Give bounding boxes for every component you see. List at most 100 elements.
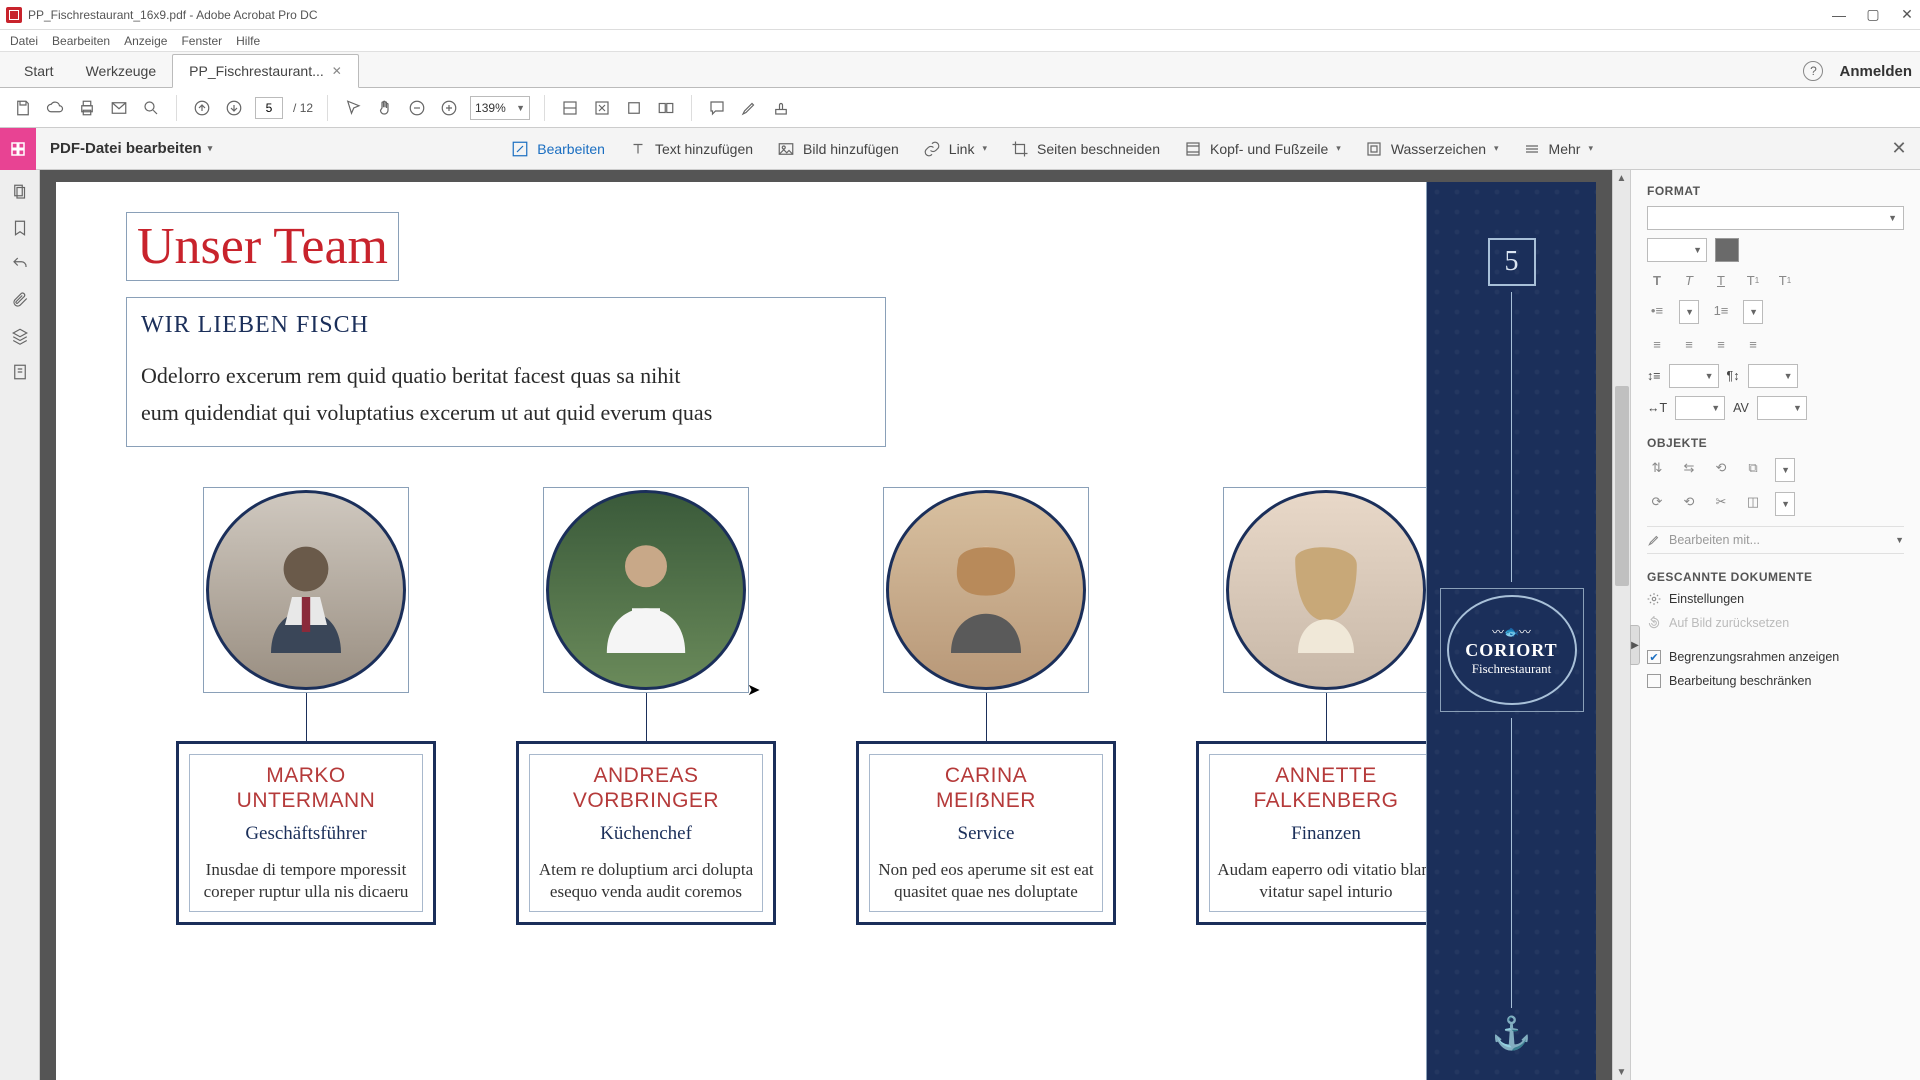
pointer-icon[interactable]	[342, 97, 364, 119]
numbered-list-dropdown[interactable]: ▼	[1743, 300, 1763, 324]
highlight-icon[interactable]	[738, 97, 760, 119]
flip-horizontal-icon[interactable]: ⇆	[1679, 458, 1699, 478]
maximize-button[interactable]: ▢	[1866, 8, 1880, 22]
cloud-icon[interactable]	[44, 97, 66, 119]
watermark-button[interactable]: Wasserzeichen▾	[1365, 140, 1499, 158]
edit-mode-dropdown[interactable]: PDF-Datei bearbeiten▾	[36, 140, 226, 157]
page-sidebar[interactable]: 5 〰🐟〰 CORIORT Fischrestaurant ⚓	[1426, 182, 1596, 1080]
scroll-down-icon[interactable]: ▼	[1617, 1064, 1627, 1080]
help-button[interactable]: ?	[1803, 61, 1823, 81]
next-page-icon[interactable]	[223, 97, 245, 119]
link-button[interactable]: Link▾	[923, 140, 987, 158]
rotate-cw-icon[interactable]: ⟳	[1647, 492, 1667, 512]
print-icon[interactable]	[76, 97, 98, 119]
settings-row[interactable]: Einstellungen	[1647, 592, 1904, 606]
superscript-icon[interactable]: T1	[1743, 270, 1763, 290]
header-footer-button[interactable]: Kopf- und Fußzeile▾	[1184, 140, 1341, 158]
mail-icon[interactable]	[108, 97, 130, 119]
crop-image-icon[interactable]: ✂	[1711, 492, 1731, 512]
menu-hilfe[interactable]: Hilfe	[236, 34, 260, 48]
signatures-icon[interactable]	[10, 362, 30, 382]
fit-page-icon[interactable]	[591, 97, 613, 119]
align-justify-icon[interactable]: ≡	[1743, 334, 1763, 354]
edit-with-row[interactable]: Bearbeiten mit... ▼	[1647, 526, 1904, 554]
bullet-list-icon[interactable]: •≡	[1647, 300, 1667, 320]
restrict-edit-checkbox[interactable]: Bearbeitung beschränken	[1647, 674, 1904, 688]
replace-image-icon[interactable]: ◫	[1743, 492, 1763, 512]
replace-image-dropdown[interactable]: ▼	[1775, 492, 1795, 516]
zoom-in-icon[interactable]	[438, 97, 460, 119]
thumbnails-icon[interactable]	[10, 182, 30, 202]
bold-icon[interactable]: T	[1647, 270, 1667, 290]
team-card[interactable]: ANNETTEFALKENBERG Finanzen Audam eaperro…	[1196, 741, 1456, 925]
crop-pages-button[interactable]: Seiten beschneiden	[1011, 140, 1160, 158]
underline-icon[interactable]: T	[1711, 270, 1731, 290]
team-card[interactable]: MARKOUNTERMANN Geschäftsführer Inusdae d…	[176, 741, 436, 925]
subscript-icon[interactable]: T1	[1775, 270, 1795, 290]
align-center-icon[interactable]: ≡	[1679, 334, 1699, 354]
add-image-button[interactable]: Bild hinzufügen	[777, 140, 899, 158]
menu-datei[interactable]: Datei	[10, 34, 38, 48]
login-button[interactable]: Anmelden	[1839, 63, 1912, 80]
minimize-button[interactable]: —	[1832, 8, 1846, 22]
align-left-icon[interactable]: ≡	[1647, 334, 1667, 354]
zoom-out-icon[interactable]	[406, 97, 428, 119]
save-icon[interactable]	[12, 97, 34, 119]
numbered-list-icon[interactable]: 1≡	[1711, 300, 1731, 320]
hand-icon[interactable]	[374, 97, 396, 119]
horizontal-scale-dropdown[interactable]: ▼	[1675, 396, 1725, 420]
tab-close-icon[interactable]: ✕	[332, 64, 342, 78]
zoom-dropdown[interactable]: 139%▼	[470, 96, 530, 120]
scroll-thumb[interactable]	[1615, 386, 1629, 586]
scroll-up-icon[interactable]: ▲	[1617, 170, 1627, 186]
layers-icon[interactable]	[10, 326, 30, 346]
attachments-icon[interactable]	[10, 290, 30, 310]
menu-anzeige[interactable]: Anzeige	[124, 34, 167, 48]
more-button[interactable]: Mehr▾	[1523, 140, 1593, 158]
tab-tools[interactable]: Werkzeuge	[70, 55, 173, 87]
photo-frame[interactable]	[203, 487, 409, 693]
bookmarks-icon[interactable]	[10, 218, 30, 238]
menu-bearbeiten[interactable]: Bearbeiten	[52, 34, 110, 48]
document-area[interactable]: ◀ Unser Team WIR LIEBEN FISCH Odelorro e…	[40, 170, 1612, 1080]
fit-width-icon[interactable]	[559, 97, 581, 119]
edit-button[interactable]: Bearbeiten	[511, 140, 605, 158]
page-number-input[interactable]	[255, 97, 283, 119]
undo-icon[interactable]	[10, 254, 30, 274]
add-text-button[interactable]: Text hinzufügen	[629, 140, 753, 158]
page-title[interactable]: Unser Team	[126, 212, 399, 281]
team-card[interactable]: CARINAMEIẞNER Service Non ped eos aperum…	[856, 741, 1116, 925]
italic-icon[interactable]: T	[1679, 270, 1699, 290]
show-bounding-checkbox[interactable]: ✔Begrenzungsrahmen anzeigen	[1647, 650, 1904, 664]
paragraph-spacing-dropdown[interactable]: ▼	[1748, 364, 1798, 388]
photo-frame[interactable]	[1223, 487, 1429, 693]
search-icon[interactable]	[140, 97, 162, 119]
bullet-list-dropdown[interactable]: ▼	[1679, 300, 1699, 324]
edit-tool-handle[interactable]	[0, 128, 36, 170]
tab-start[interactable]: Start	[8, 55, 70, 87]
rotate-ccw2-icon[interactable]: ⟲	[1679, 492, 1699, 512]
align-right-icon[interactable]: ≡	[1711, 334, 1731, 354]
close-button[interactable]: ✕	[1900, 8, 1914, 22]
photo-frame[interactable]	[543, 487, 749, 693]
prev-page-icon[interactable]	[191, 97, 213, 119]
view-mode-icon[interactable]	[655, 97, 677, 119]
arrange-icon[interactable]: ⧉	[1743, 458, 1763, 478]
font-size-dropdown[interactable]: ▼	[1647, 238, 1707, 262]
text-block[interactable]: WIR LIEBEN FISCH Odelorro excerum rem qu…	[126, 297, 886, 447]
vertical-scrollbar[interactable]: ▲ ▼	[1612, 170, 1630, 1080]
close-edit-toolbar-button[interactable]: ✕	[1878, 138, 1920, 159]
color-swatch[interactable]	[1715, 238, 1739, 262]
tab-document[interactable]: PP_Fischrestaurant... ✕	[172, 54, 359, 88]
font-family-dropdown[interactable]: ▼	[1647, 206, 1904, 230]
menu-fenster[interactable]: Fenster	[181, 34, 222, 48]
flip-vertical-icon[interactable]: ⇅	[1647, 458, 1667, 478]
kerning-dropdown[interactable]: ▼	[1757, 396, 1807, 420]
rotate-icon[interactable]	[623, 97, 645, 119]
collapse-right-handle[interactable]: ▶	[1630, 625, 1640, 665]
stamp-icon[interactable]	[770, 97, 792, 119]
brand-logo-frame[interactable]: 〰🐟〰 CORIORT Fischrestaurant	[1440, 588, 1584, 712]
rotate-ccw-icon[interactable]: ⟲	[1711, 458, 1731, 478]
comment-icon[interactable]	[706, 97, 728, 119]
team-card[interactable]: ANDREASVORBRINGER Küchenchef Atem re dol…	[516, 741, 776, 925]
